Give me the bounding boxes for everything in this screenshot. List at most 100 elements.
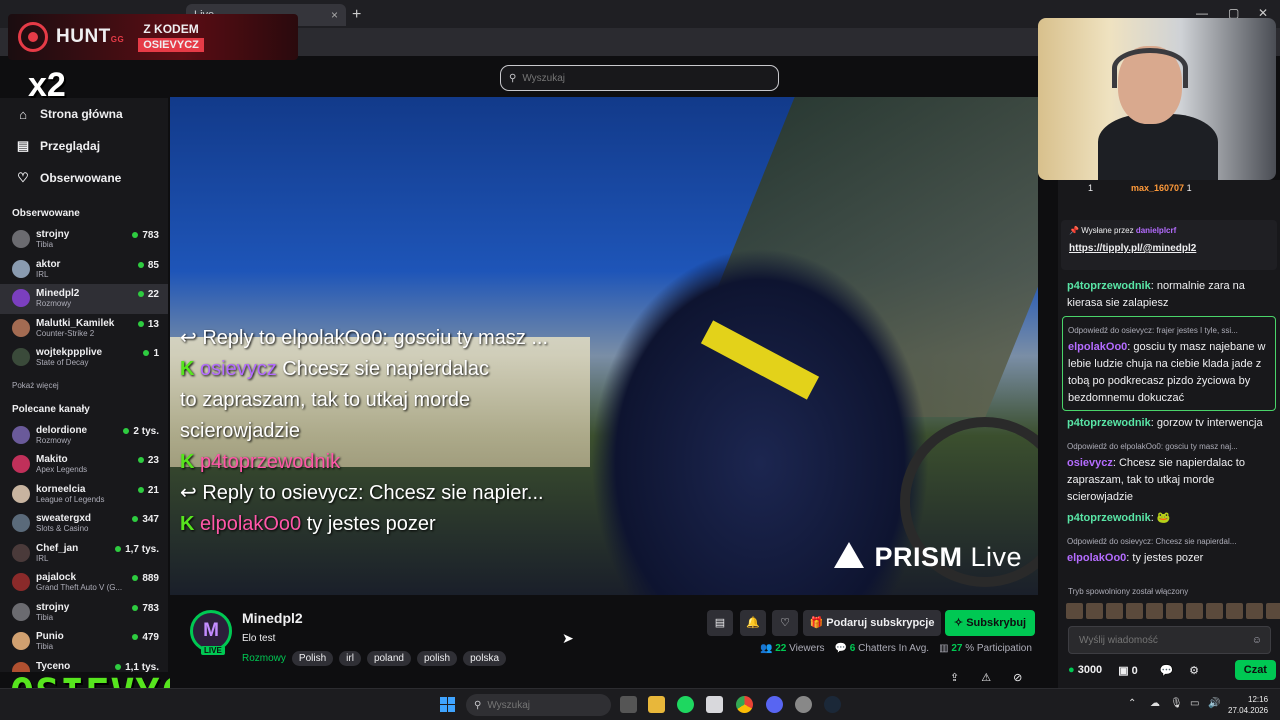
viewer-count: 1,7 tys. <box>115 544 159 555</box>
channel-game: Tibia <box>36 642 54 651</box>
tray-cloud-icon[interactable]: ☁ <box>1150 698 1160 709</box>
stream-title: Elo test <box>242 633 276 644</box>
sidebar-channel[interactable]: Tyceno 1,1 tys. <box>0 657 168 672</box>
taskbar-search-input[interactable] <box>487 699 598 711</box>
gift-subscription-button[interactable]: 🎁 Podaruj subskrypcje <box>803 610 941 636</box>
nav-home[interactable]: ⌂ Strona główna <box>0 98 168 130</box>
subscribe-button[interactable]: ✧ Subskrybuj <box>945 610 1035 636</box>
sidebar-channel[interactable]: Punio Tibia 479 <box>0 627 168 657</box>
chat-input[interactable] <box>1079 634 1239 646</box>
nav-following[interactable]: ♡ Obserwowane <box>0 162 168 194</box>
prism-live-watermark: PRISM Live <box>834 542 1022 573</box>
sidebar-channel[interactable]: wojtekppplive State of Decay 1 <box>0 343 168 373</box>
tag[interactable]: Polish <box>291 651 334 666</box>
pinned-message[interactable]: 📌 Wysłane przez danielplcrf https://tipp… <box>1061 220 1277 270</box>
channel-avatar <box>12 348 30 366</box>
sidebar-channel[interactable]: strojny Tibia 783 <box>0 598 168 628</box>
windows-taskbar: ⚲ ⌃ ☁ 🎙 ▭ 🔊 12:16 27.04.2026 <box>0 688 1280 720</box>
taskbar-search[interactable]: ⚲ <box>466 694 611 716</box>
search-bar[interactable]: ⚲ <box>500 65 779 91</box>
chat-send-button[interactable]: Czat <box>1234 660 1276 680</box>
chat-panel: 1 max_160707 1 📌 Wysłane przez danielplc… <box>1058 180 1280 720</box>
channel-name: Makito <box>36 454 68 465</box>
emote-icon: 🐸 <box>1156 512 1171 524</box>
channel-game: IRL <box>36 269 49 279</box>
sidebar-channel[interactable]: Malutki_Kamilek Counter-Strike 2 13 <box>0 314 168 344</box>
mute-icon[interactable]: ⊘ <box>1013 671 1022 684</box>
channel-game: Grand Theft Auto V (G... <box>36 583 123 592</box>
new-tab-icon[interactable]: + <box>344 4 369 26</box>
chat-icon: 💬 <box>834 643 850 654</box>
tag[interactable]: polska <box>463 651 507 666</box>
notification-bell-icon[interactable]: 🔔 <box>740 610 766 636</box>
tag[interactable]: irl <box>339 651 361 666</box>
promo-brand: HUNTGG <box>56 26 125 47</box>
settings-icon[interactable]: ⚙ <box>1189 664 1199 677</box>
chat-footer: ● 3000 ▣ 0 💬 ⚙ Czat <box>1068 658 1276 682</box>
channel-avatar <box>12 455 30 473</box>
pinned-by: 📌 Wysłane przez danielplcrf <box>1069 226 1177 235</box>
counter[interactable]: ▣ 0 <box>1118 664 1138 677</box>
chat-input-box[interactable]: ☺ <box>1068 626 1271 654</box>
spotify-icon[interactable] <box>677 696 694 713</box>
sidebar-channel[interactable]: aktor IRL 85 <box>0 255 168 285</box>
app-icon[interactable] <box>795 696 812 713</box>
sidebar-channel[interactable]: Makito Apex Legends 23 <box>0 450 168 480</box>
windows-start-icon[interactable] <box>440 697 455 712</box>
video-player[interactable]: ↩ Reply to elpolakOo0: gosciu ty masz ..… <box>170 97 1038 595</box>
steam-icon[interactable] <box>824 696 841 713</box>
overlay-msg-1-cont: to zapraszam, tak to utkaj morde <box>180 389 471 411</box>
pinned-link[interactable]: https://tipply.pl/@minedpl2 <box>1069 243 1269 254</box>
show-more-link[interactable]: Pokaż więcej <box>0 373 168 396</box>
chat-bubble-icon[interactable]: 💬 <box>1159 664 1173 677</box>
nav-browse[interactable]: ▤ Przeglądaj <box>0 130 168 162</box>
report-icon[interactable]: ⚠ <box>981 671 991 684</box>
file-explorer-icon[interactable] <box>648 696 665 713</box>
channel-info-bar: M LIVE Minedpl2 Elo test Rozmowy Polish … <box>170 596 1038 692</box>
sidebar-channel[interactable]: delordione Rozmowy 2 tys. <box>0 421 168 451</box>
discord-icon[interactable] <box>766 696 783 713</box>
viewer-count: 889 <box>132 573 159 584</box>
search-input[interactable] <box>522 72 753 84</box>
pin-icon: 📌 <box>1069 226 1082 235</box>
tag[interactable]: poland <box>366 651 411 666</box>
emote-bar[interactable] <box>1066 603 1280 619</box>
channel-game: League of Legends <box>36 494 105 504</box>
channel-name: Malutki_Kamilek <box>36 317 115 329</box>
channel-name: strojny <box>36 601 70 613</box>
sidebar-channel[interactable]: korneelcia League of Legends 21 <box>0 480 168 510</box>
slow-mode-notice: Tryb spowolniony został włączony <box>1068 587 1189 596</box>
share-icon[interactable]: ⇪ <box>950 671 959 684</box>
channel-avatar <box>12 543 30 562</box>
channel-points[interactable]: ● 3000 <box>1068 664 1102 676</box>
channel-name: wojtekppplive <box>36 347 103 358</box>
network-icon[interactable]: ▭ <box>1190 698 1199 709</box>
theatre-mode-icon[interactable]: ▤ <box>707 610 733 636</box>
channel-game: Counter-Strike 2 <box>36 328 95 338</box>
microphone-icon[interactable]: 🎙 <box>1170 698 1183 709</box>
viewers-stat: 👥 22 Viewers <box>760 643 825 654</box>
task-view-icon[interactable] <box>620 696 637 713</box>
chart-icon: ▥ <box>939 643 952 654</box>
sidebar-channel[interactable]: sweatergxd Slots & Casino 347 <box>0 509 168 539</box>
sidebar-channel[interactable]: strojny Tibia 783 <box>0 225 168 255</box>
follow-heart-icon[interactable]: ♡ <box>772 610 798 636</box>
volume-icon[interactable]: 🔊 <box>1208 698 1220 709</box>
channel-avatar <box>12 230 30 248</box>
sidebar-channel[interactable]: Minedpl2 Rozmowy 22 <box>0 284 168 314</box>
category-row: Rozmowy Polish irl poland polish polska <box>242 651 507 666</box>
tag[interactable]: polish <box>416 651 458 666</box>
emoji-icon[interactable]: ☺ <box>1252 635 1262 646</box>
chrome-icon[interactable] <box>736 696 753 713</box>
tray-chevron-icon[interactable]: ⌃ <box>1128 698 1136 709</box>
system-clock[interactable]: 12:16 27.04.2026 <box>1228 694 1268 716</box>
star-icon: ✧ <box>953 617 967 629</box>
store-icon[interactable] <box>706 696 723 713</box>
viewer-count: 13 <box>138 319 159 330</box>
sidebar-channel[interactable]: pajalock Grand Theft Auto V (G... 889 <box>0 568 168 598</box>
reply-context: Odpowiedź do osievycz: Chcesz sie napier… <box>1067 537 1237 546</box>
sidebar-channel[interactable]: Chef_jan IRL 1,7 tys. <box>0 539 168 569</box>
category-link[interactable]: Rozmowy <box>242 653 286 664</box>
tab-close-icon[interactable]: × <box>331 8 338 22</box>
channel-name[interactable]: Minedpl2 <box>242 610 303 626</box>
